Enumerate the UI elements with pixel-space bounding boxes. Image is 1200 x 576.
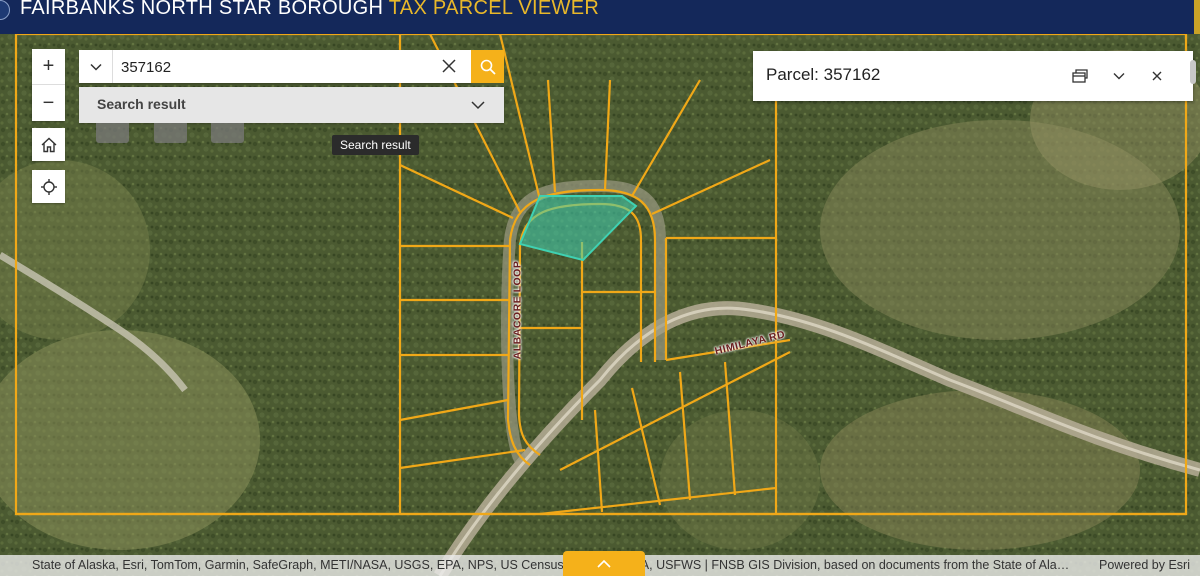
chevron-up-icon — [597, 559, 611, 568]
locate-button[interactable] — [32, 170, 65, 203]
clear-search-icon[interactable] — [439, 56, 459, 76]
app-title-main: FAIRBANKS NORTH STAR BOROUGH — [20, 0, 384, 19]
parcel-popup: Parcel: 357162 — [753, 51, 1193, 101]
powered-by-esri[interactable]: Powered by Esri — [1099, 558, 1190, 572]
search-button[interactable] — [471, 50, 504, 83]
collapse-button[interactable] — [1107, 64, 1131, 88]
home-icon — [41, 137, 56, 152]
app-title: FAIRBANKS NORTH STAR BOROUGH TAX PARCEL … — [20, 0, 599, 20]
close-icon — [1152, 71, 1162, 81]
tooltip: Search result — [332, 135, 419, 155]
zoom-out-button[interactable]: − — [32, 85, 65, 121]
search-icon — [480, 59, 496, 75]
dock-button[interactable] — [1068, 64, 1092, 88]
zoom-in-button[interactable]: + — [32, 49, 65, 85]
panel-scrollbar[interactable] — [1190, 60, 1196, 84]
search-source-dropdown[interactable] — [79, 50, 113, 83]
chevron-down-icon — [1113, 73, 1125, 80]
zoom-controls: + − — [32, 49, 65, 121]
app-title-accent: TAX PARCEL VIEWER — [388, 0, 600, 19]
hidden-tool-button[interactable] — [96, 123, 129, 143]
chevron-down-icon — [89, 63, 102, 71]
hidden-tool-button[interactable] — [154, 123, 187, 143]
road-label-albacore: ALBACORE LOOP — [511, 260, 524, 360]
app-header: FAIRBANKS NORTH STAR BOROUGH TAX PARCEL … — [0, 0, 1200, 34]
dock-icon — [1072, 69, 1088, 83]
borough-seal-logo — [0, 0, 10, 20]
home-button[interactable] — [32, 128, 65, 161]
hidden-tool-button[interactable] — [211, 123, 244, 143]
attribution-text[interactable]: State of Alaska, Esri, TomTom, Garmin, S… — [32, 558, 1072, 572]
search-result-label: Search result — [97, 96, 186, 112]
search-result-bar[interactable]: Search result — [79, 87, 504, 123]
expand-panel-button[interactable] — [563, 551, 645, 576]
search-widget — [79, 50, 471, 83]
search-input[interactable] — [119, 55, 423, 79]
locate-crosshair-icon — [40, 178, 57, 195]
chevron-down-icon — [471, 101, 485, 110]
close-button[interactable] — [1145, 64, 1169, 88]
parcel-popup-title: Parcel: 357162 — [766, 65, 881, 84]
